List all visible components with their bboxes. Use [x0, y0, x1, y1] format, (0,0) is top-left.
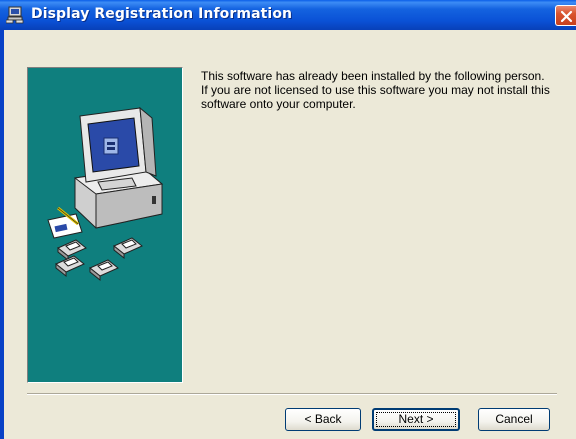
title-bar[interactable]: Display Registration Information — [0, 0, 576, 30]
computer-with-disks-illustration — [27, 67, 183, 383]
setup-computer-icon — [5, 6, 26, 24]
close-button[interactable] — [555, 5, 576, 26]
cancel-button[interactable]: Cancel — [478, 408, 550, 431]
close-x-icon — [560, 10, 573, 23]
next-button[interactable]: Next > — [372, 408, 460, 431]
cancel-button-label: Cancel — [495, 412, 533, 426]
back-button[interactable]: < Back — [285, 408, 361, 431]
back-button-label: < Back — [304, 412, 342, 426]
button-separator — [27, 393, 557, 395]
registration-message: This software has already been installed… — [201, 69, 550, 111]
window-title: Display Registration Information — [31, 6, 293, 22]
next-button-label: Next > — [398, 412, 434, 426]
setup-dialog-window: Display Registration Information This so… — [0, 0, 576, 439]
